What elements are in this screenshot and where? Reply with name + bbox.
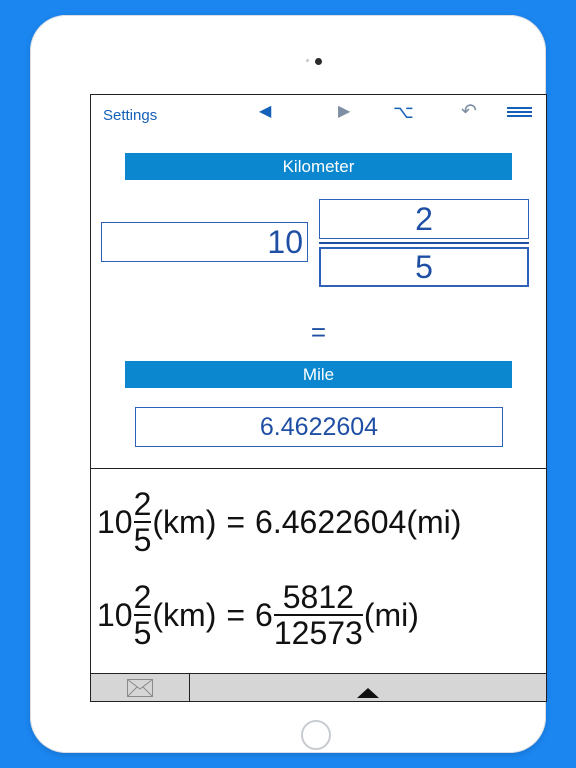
- formula-from-unit: (km): [152, 503, 217, 540]
- formula-result-numerator: 5812: [282, 579, 354, 615]
- formula-to-unit: (mi): [406, 503, 462, 540]
- divider: [91, 468, 546, 469]
- app-screen: Settings ◀ ▶ ⌥ ↶ Kilometer 10 2 5 = Mile…: [90, 94, 547, 702]
- formula-equals: =: [226, 596, 246, 633]
- formula-result-whole: 6: [255, 596, 273, 633]
- mail-button[interactable]: [91, 674, 190, 701]
- expand-button[interactable]: [190, 674, 546, 701]
- front-camera: [315, 58, 322, 65]
- option-key-icon[interactable]: ⌥: [393, 103, 414, 121]
- numerator-input[interactable]: 2: [319, 199, 529, 239]
- settings-button[interactable]: Settings: [103, 107, 157, 124]
- formula-result-denominator: 12573: [273, 615, 363, 651]
- formula-numerator: 2: [133, 579, 152, 615]
- formula-denominator: 5: [133, 615, 152, 651]
- forward-arrow-icon[interactable]: ▶: [338, 103, 350, 121]
- toolbar: Settings ◀ ▶ ⌥ ↶: [91, 95, 546, 135]
- home-button[interactable]: [301, 720, 331, 750]
- formula-whole: 10: [97, 596, 133, 633]
- formula-decimal-value: 6.4622604: [255, 503, 407, 540]
- formula-fraction: 2 5: [133, 486, 152, 558]
- formula-equals: =: [226, 503, 246, 540]
- fraction-formula: 10 2 5 (km) = 6 5812 12573 (mi): [97, 580, 419, 650]
- formula-fraction: 2 5: [133, 579, 152, 651]
- to-unit-selector[interactable]: Mile: [125, 361, 512, 388]
- back-arrow-icon[interactable]: ◀: [259, 103, 271, 121]
- formula-denominator: 5: [133, 522, 152, 558]
- formula-numerator: 2: [133, 486, 152, 522]
- fraction-line: [319, 242, 529, 244]
- undo-icon[interactable]: ↶: [461, 102, 477, 121]
- formula-whole: 10: [97, 503, 133, 540]
- formula-from-unit: (km): [152, 596, 217, 633]
- denominator-input[interactable]: 5: [319, 247, 529, 287]
- bottom-bar: [91, 673, 546, 701]
- sensor-dot: [306, 59, 309, 62]
- menu-icon[interactable]: [507, 107, 532, 118]
- equals-sign: =: [310, 317, 327, 347]
- formula-to-unit: (mi): [363, 596, 419, 633]
- whole-number-input[interactable]: 10: [101, 222, 308, 262]
- result-field: 6.4622604: [135, 407, 503, 447]
- up-triangle-icon: [357, 687, 379, 698]
- tablet-frame: Settings ◀ ▶ ⌥ ↶ Kilometer 10 2 5 = Mile…: [30, 15, 547, 753]
- from-unit-selector[interactable]: Kilometer: [125, 153, 512, 180]
- decimal-formula: 10 2 5 (km) = 6.4622604 (mi): [97, 487, 461, 557]
- mail-icon: [127, 678, 153, 697]
- formula-result-fraction: 5812 12573: [273, 579, 363, 651]
